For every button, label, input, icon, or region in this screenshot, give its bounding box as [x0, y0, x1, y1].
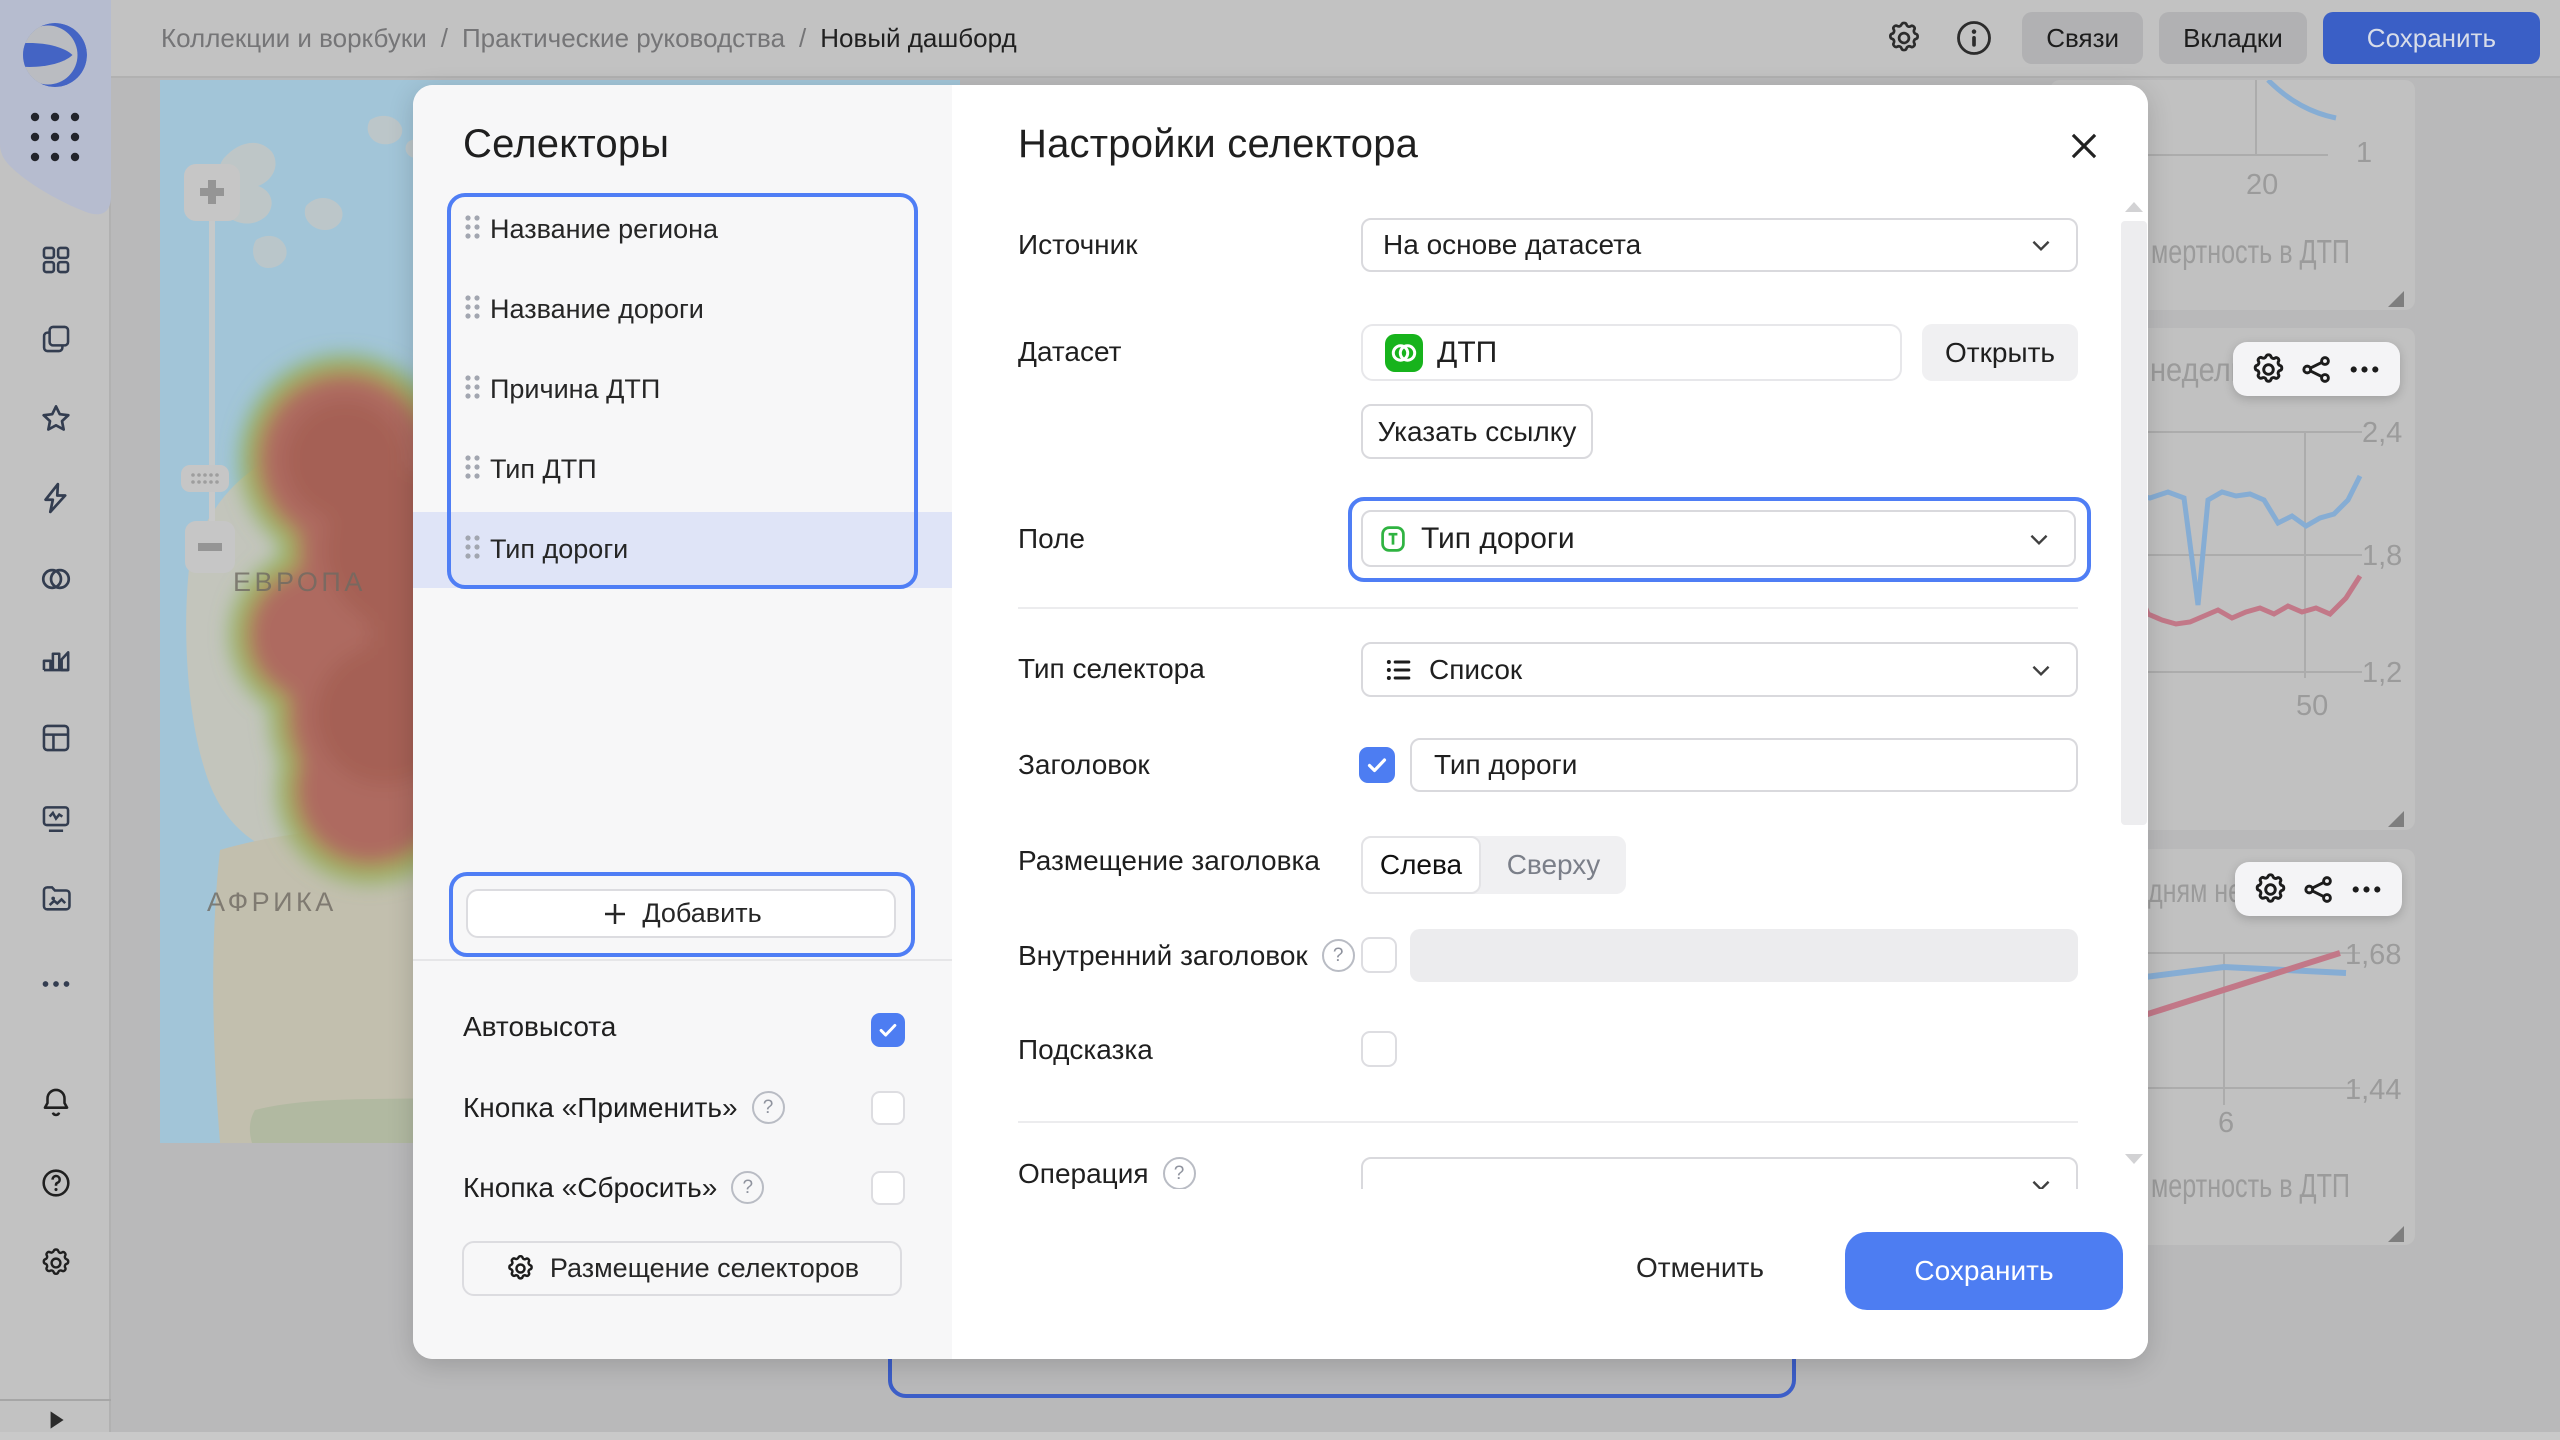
svg-text:1: 1: [2356, 137, 2372, 169]
svg-text:АФРИКА: АФРИКА: [207, 887, 337, 917]
svg-text:1,2: 1,2: [2362, 657, 2402, 689]
svg-text:1,68: 1,68: [2345, 939, 2401, 971]
svg-text:2,4: 2,4: [2362, 417, 2402, 449]
svg-text:1,8: 1,8: [2362, 540, 2402, 572]
svg-text:мертность в ДТП: мертность в ДТП: [2151, 233, 2350, 270]
svg-text:мертность в ДТП: мертность в ДТП: [2151, 1167, 2350, 1204]
svg-text:1,44: 1,44: [2345, 1074, 2401, 1106]
svg-text:6: 6: [2218, 1107, 2234, 1139]
svg-text:50: 50: [2296, 690, 2328, 722]
svg-text:20: 20: [2246, 169, 2278, 201]
svg-text:ЕВРОПА: ЕВРОПА: [233, 567, 366, 597]
